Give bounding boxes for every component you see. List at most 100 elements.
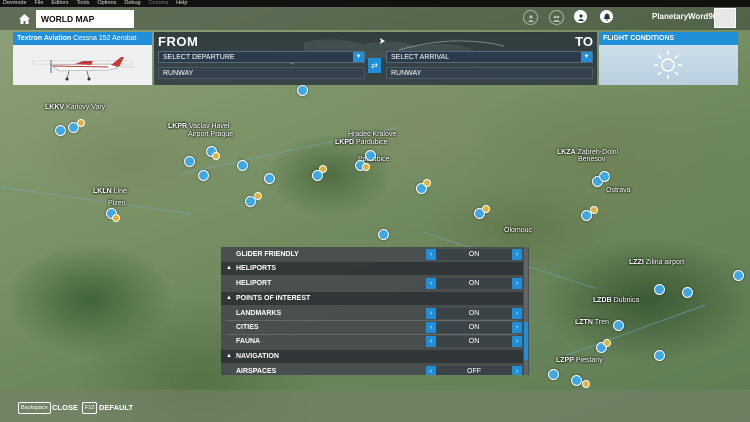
airport-pin[interactable] (548, 369, 559, 380)
bottom-action-bar: Backspace CLOSE F12 DEFAULT (0, 390, 750, 422)
default-button[interactable]: DEFAULT (99, 402, 133, 413)
airport-pin[interactable] (654, 350, 665, 361)
map-label-lkkv[interactable]: LKKV Karlovy Vary (45, 104, 105, 112)
filter-label: GLIDER FRIENDLY (236, 251, 299, 258)
arrow-left-button[interactable]: ‹ (426, 336, 436, 347)
poi-pin[interactable] (112, 214, 120, 222)
arrow-left-button[interactable]: ‹ (426, 322, 436, 333)
dev-menu-editors[interactable]: Editors (51, 0, 68, 7)
filter-section-points-of-interest[interactable]: ▲ POINTS OF INTEREST (221, 292, 523, 305)
departure-dropdown[interactable]: SELECT DEPARTURE ▼ (158, 51, 365, 63)
airport-pin[interactable] (184, 156, 195, 167)
airport-pin[interactable] (378, 229, 389, 240)
map-label-lztn[interactable]: LZTN Tren (575, 319, 609, 327)
poi-pin[interactable] (212, 152, 220, 160)
flight-conditions-card[interactable]: FLIGHT CONDITIONS (599, 32, 738, 85)
airport-pin[interactable] (55, 125, 66, 136)
arrow-right-button[interactable]: › (512, 322, 522, 333)
arrow-right-button[interactable]: › (512, 249, 522, 260)
poi-pin[interactable] (319, 165, 327, 173)
tab-world-map[interactable]: WORLD MAP (36, 10, 134, 28)
filter-toggle: ‹ ON › (426, 308, 522, 319)
arrow-left-button[interactable]: ‹ (426, 366, 436, 375)
map-label-lkln[interactable]: LKLN Line (93, 188, 127, 196)
dev-menu-devmode[interactable]: Devmode (3, 0, 27, 7)
f12-keycap: F12 (82, 402, 98, 414)
to-label: TO (575, 34, 593, 49)
poi-pin[interactable] (482, 205, 490, 213)
dev-menu-camera[interactable]: Camera (149, 0, 169, 7)
username[interactable]: PlanetaryWord90 (652, 12, 717, 21)
airport-pin[interactable] (264, 173, 275, 184)
airport-pin[interactable] (654, 284, 665, 295)
map-filters-panel[interactable]: GLIDER FRIENDLY ‹ ON › ▲ HELIPORTS HELIP… (221, 247, 529, 375)
map-label-plzen: Plzen (108, 200, 126, 207)
collapse-caret-icon: ▲ (226, 353, 232, 359)
profile-icon[interactable] (574, 10, 587, 23)
backspace-keycap: Backspace (18, 402, 51, 414)
arrow-left-button[interactable]: ‹ (426, 278, 436, 289)
swap-route-button[interactable]: ⇄ (368, 58, 381, 73)
section-label: HELIPORTS (236, 265, 277, 272)
airport-pin[interactable] (733, 270, 744, 281)
filter-value: ON (468, 338, 480, 345)
map-label-lkpr[interactable]: LKPR Vaclav Havel (168, 123, 229, 131)
from-label: FROM (158, 34, 199, 49)
dev-menu-help[interactable]: Help (176, 0, 187, 7)
filter-row-landmarks: LANDMARKS ‹ ON › (221, 307, 523, 320)
map-label-lzzi[interactable]: LZZI Zilina airport (629, 259, 684, 267)
dev-menu-options[interactable]: Options (97, 0, 116, 7)
airport-pin[interactable] (198, 170, 209, 181)
arrow-left-button[interactable]: ‹ (426, 308, 436, 319)
scrollbar-thumb[interactable] (524, 322, 528, 360)
sun-icon (654, 51, 682, 79)
close-button[interactable]: CLOSE (52, 402, 78, 413)
avatar[interactable] (714, 8, 736, 28)
arrow-left-button[interactable]: ‹ (426, 249, 436, 260)
poi-pin[interactable] (590, 206, 598, 214)
map-label-lzdb[interactable]: LZDB Dubnica (593, 297, 639, 305)
chevron-down-icon: ▼ (353, 52, 364, 62)
poi-pin[interactable] (582, 380, 590, 388)
map-label-lzpp[interactable]: LZPP Piestany (556, 357, 603, 365)
aircraft-selection-card[interactable]: Textron Aviation Cessna 152 Aerobat (13, 32, 152, 85)
dev-menu-debug[interactable]: Debug (124, 0, 140, 7)
airport-pin[interactable] (682, 287, 693, 298)
dev-menu-file[interactable]: File (35, 0, 44, 7)
filter-toggle: ‹ ON › (426, 336, 522, 347)
group-icon[interactable] (549, 10, 564, 25)
filter-section-navigation[interactable]: ▲ NAVIGATION (221, 350, 523, 363)
arrow-right-button[interactable]: › (512, 366, 522, 375)
airport-pin[interactable] (365, 150, 376, 161)
filter-section-heliports[interactable]: ▲ HELIPORTS (221, 262, 523, 275)
poi-pin[interactable] (77, 119, 85, 127)
departure-runway-field[interactable]: RUNWAY (158, 67, 365, 79)
poi-pin[interactable] (362, 163, 370, 171)
arrival-dropdown[interactable]: SELECT ARRIVAL ▼ (386, 51, 593, 63)
arrival-runway-field[interactable]: RUNWAY (386, 67, 593, 79)
flight-conditions-title: FLIGHT CONDITIONS (599, 32, 738, 45)
dev-menu-tools[interactable]: Tools (77, 0, 90, 7)
arrow-right-button[interactable]: › (512, 278, 522, 289)
home-icon (18, 14, 30, 24)
airport-pin[interactable] (237, 160, 248, 171)
filter-value: ON (468, 280, 480, 287)
airport-pin[interactable] (297, 85, 308, 96)
notification-bell-icon[interactable] (600, 10, 613, 23)
airport-pin[interactable] (245, 196, 256, 207)
map-label-airport-prague: Airport Prague (188, 131, 234, 138)
filter-value: ON (468, 251, 480, 258)
friends-icon[interactable] (523, 10, 538, 25)
airport-pin[interactable] (613, 320, 624, 331)
filter-toggle: ‹ ON › (426, 249, 522, 260)
poi-pin[interactable] (603, 339, 611, 347)
home-button[interactable] (12, 10, 36, 28)
filter-value: OFF (467, 368, 481, 375)
poi-pin[interactable] (423, 179, 431, 187)
filter-label: AIRSPACES (236, 368, 277, 375)
arrow-right-button[interactable]: › (512, 308, 522, 319)
airport-pin[interactable] (571, 375, 582, 386)
airport-pin[interactable] (599, 171, 610, 182)
arrow-right-button[interactable]: › (512, 336, 522, 347)
map-label-lkpd[interactable]: LKPD Pardubice (335, 139, 388, 147)
